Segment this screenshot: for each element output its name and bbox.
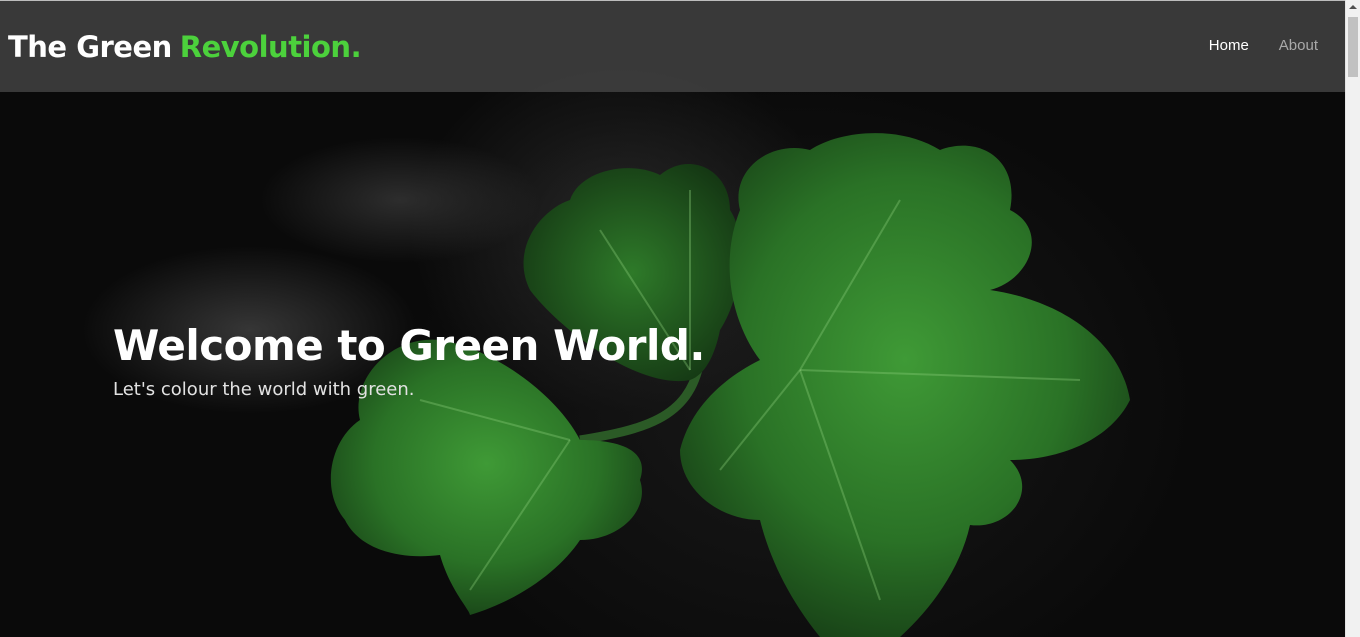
nav-link-about[interactable]: About	[1279, 37, 1318, 54]
vertical-scrollbar[interactable]	[1345, 0, 1360, 637]
nav-links: Home About	[1209, 37, 1318, 54]
nav-link-home[interactable]: Home	[1209, 37, 1249, 54]
scroll-up-arrow-icon[interactable]	[1346, 0, 1360, 14]
hero-title: Welcome to Green World.	[113, 321, 705, 370]
brand-main-text: The Green	[8, 30, 172, 64]
brand-accent-text: Revolution.	[179, 30, 362, 64]
top-navbar: The Green Revolution. Home About	[0, 0, 1345, 92]
hero-text-block: Welcome to Green World. Let's colour the…	[113, 318, 705, 402]
scrollbar-thumb[interactable]	[1348, 17, 1358, 77]
page: The Green Revolution. Home About Welcome …	[0, 0, 1360, 637]
hero-subtitle: Let's colour the world with green.	[113, 379, 415, 400]
brand-logo[interactable]: The Green Revolution.	[8, 28, 362, 66]
